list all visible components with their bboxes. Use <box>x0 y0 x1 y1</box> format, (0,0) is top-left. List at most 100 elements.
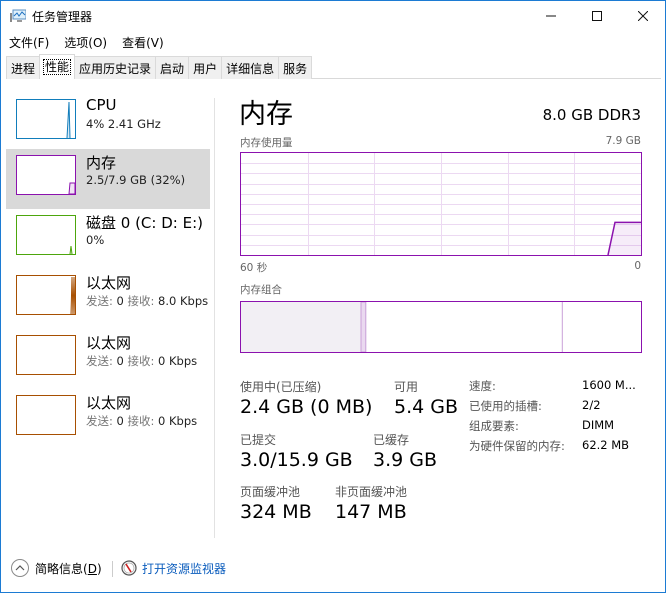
tab-label: 详细信息 <box>226 62 275 76</box>
recv-label: 接收: <box>127 354 155 368</box>
nonpaged-pool-value: 147 MB <box>335 501 407 523</box>
sidebar-item-title: 磁盘 0 (C: D: E:) <box>86 214 203 232</box>
fewer-details-button[interactable]: 简略信息(D) <box>35 560 102 577</box>
available-label: 可用 <box>394 380 419 394</box>
sidebar-item-disk[interactable]: 磁盘 0 (C: D: E:) 0% <box>6 209 210 269</box>
menu-view[interactable]: 查看(V) <box>114 32 171 52</box>
sidebar-item-title: CPU <box>86 96 117 114</box>
slots-label: 已使用的插槽: <box>469 399 542 413</box>
memory-composition-bar <box>240 301 642 353</box>
sidebar-item-subtitle: 2.5/7.9 GB (32%) <box>86 173 186 187</box>
tab-processes[interactable]: 进程 <box>6 56 41 79</box>
close-button[interactable] <box>620 1 666 31</box>
composition-in-use <box>241 302 361 352</box>
usage-graph-max: 7.9 GB <box>605 135 641 147</box>
sidebar-item-ethernet-3[interactable]: 以太网 发送: 0 接收: 0 Kbps <box>6 389 210 449</box>
sidebar-item-subtitle: 发送: 0 接收: 0 Kbps <box>86 353 197 369</box>
sidebar-item-ethernet-1[interactable]: 以太网 发送: 0 接收: 8.0 Kbps <box>6 269 210 329</box>
cached-value: 3.9 GB <box>373 449 438 471</box>
ethernet-mini-graph <box>16 395 76 435</box>
tab-label: 服务 <box>283 62 308 76</box>
hardware-reserved-label: 为硬件保留的内存: <box>469 439 565 453</box>
speed-value: 1600 M... <box>582 378 636 392</box>
memory-mini-graph <box>16 155 76 195</box>
sidebar-item-subtitle: 发送: 0 接收: 8.0 Kbps <box>86 293 208 309</box>
ethernet-mini-graph <box>16 275 76 315</box>
window-title: 任务管理器 <box>32 10 93 24</box>
maximize-button[interactable] <box>574 1 620 31</box>
tab-app-history[interactable]: 应用历史记录 <box>74 56 157 79</box>
task-manager-window: 任务管理器 文件(F) 选项(O) 查看(V) 进程 性能 应用历史记录 启动 … <box>0 0 666 593</box>
panel-splitter[interactable] <box>214 98 215 538</box>
tab-services[interactable]: 服务 <box>278 56 313 79</box>
disk-mini-graph <box>16 215 76 255</box>
sidebar-item-subtitle: 4% 2.41 GHz <box>86 117 161 131</box>
tab-strip: 进程 性能 应用历史记录 启动 用户 详细信息 服务 <box>6 54 661 79</box>
usage-area <box>608 222 641 255</box>
form-factor-value: DIMM <box>582 418 615 432</box>
minimize-button[interactable] <box>528 1 574 31</box>
speed-label: 速度: <box>469 379 496 393</box>
slots-value: 2/2 <box>582 398 601 412</box>
recv-value: 0 Kbps <box>158 414 198 428</box>
ethernet-mini-graph <box>16 335 76 375</box>
sidebar-item-cpu[interactable]: CPU 4% 2.41 GHz <box>6 93 210 153</box>
tab-details[interactable]: 详细信息 <box>221 56 280 79</box>
tab-label: 启动 <box>160 62 185 76</box>
memory-usage-graph <box>240 152 642 256</box>
usage-graph-label: 内存使用量 <box>240 137 293 149</box>
in-use-label: 使用中(已压缩) <box>240 380 322 394</box>
open-resource-monitor-link[interactable]: 打开资源监视器 <box>142 560 226 577</box>
close-icon <box>638 11 648 21</box>
title-bar: 任务管理器 <box>1 1 665 32</box>
tab-startup[interactable]: 启动 <box>155 56 190 79</box>
menu-bar: 文件(F) 选项(O) 查看(V) <box>1 32 665 52</box>
footer-separator <box>112 561 113 577</box>
footer: 简略信息(D) 打开资源监视器 <box>1 554 665 584</box>
tab-label: 性能 <box>43 59 72 75</box>
recv-label: 接收: <box>127 294 155 308</box>
paged-pool-label: 页面缓冲池 <box>240 485 301 499</box>
page-title: 内存 <box>239 99 293 130</box>
paged-pool-value: 324 MB <box>240 501 312 523</box>
committed-label: 已提交 <box>240 433 277 447</box>
send-label: 发送: <box>86 354 113 368</box>
send-label: 发送: <box>86 414 113 428</box>
send-value: 0 <box>116 414 124 428</box>
in-use-value: 2.4 GB (0 MB) <box>240 396 373 418</box>
menu-options[interactable]: 选项(O) <box>56 32 114 52</box>
nonpaged-pool-label: 非页面缓冲池 <box>335 485 408 499</box>
fewer-details-end: ) <box>96 562 102 576</box>
available-value: 5.4 GB <box>394 396 459 418</box>
recv-value: 0 Kbps <box>158 354 198 368</box>
chevron-up-icon <box>15 565 25 571</box>
fewer-details-toggle[interactable] <box>11 559 29 577</box>
sidebar-item-title: 以太网 <box>86 274 132 292</box>
cpu-mini-graph <box>16 99 76 139</box>
fewer-details-key: D <box>87 562 97 576</box>
menu-file[interactable]: 文件(F) <box>1 32 56 52</box>
tab-label: 用户 <box>193 62 218 76</box>
send-label: 发送: <box>86 294 113 308</box>
sidebar-item-title: 内存 <box>86 154 117 172</box>
sidebar-item-memory[interactable]: 内存 2.5/7.9 GB (32%) <box>6 149 210 209</box>
graph-x-right: 0 <box>634 260 641 272</box>
tab-label: 进程 <box>11 62 36 76</box>
tab-label: 应用历史记录 <box>79 62 152 76</box>
task-manager-app-icon <box>10 9 26 22</box>
send-value: 0 <box>116 354 124 368</box>
sidebar-item-title: 以太网 <box>86 334 132 352</box>
fewer-details-text: 简略信息( <box>35 562 88 576</box>
maximize-icon <box>592 11 602 21</box>
recv-value: 8.0 Kbps <box>158 294 209 308</box>
committed-value: 3.0/15.9 GB <box>240 449 353 471</box>
composition-label: 内存组合 <box>240 284 282 296</box>
resource-list: CPU 4% 2.41 GHz 内存 2.5/7.9 GB (32%) 磁盘 0… <box>6 93 211 533</box>
sidebar-item-title: 以太网 <box>86 394 132 412</box>
sidebar-item-ethernet-2[interactable]: 以太网 发送: 0 接收: 0 Kbps <box>6 329 210 389</box>
sidebar-item-subtitle: 发送: 0 接收: 0 Kbps <box>86 413 197 429</box>
recv-label: 接收: <box>127 414 155 428</box>
tab-users[interactable]: 用户 <box>188 56 223 79</box>
sidebar-item-subtitle: 0% <box>86 233 105 247</box>
tab-performance[interactable]: 性能 <box>39 54 76 79</box>
